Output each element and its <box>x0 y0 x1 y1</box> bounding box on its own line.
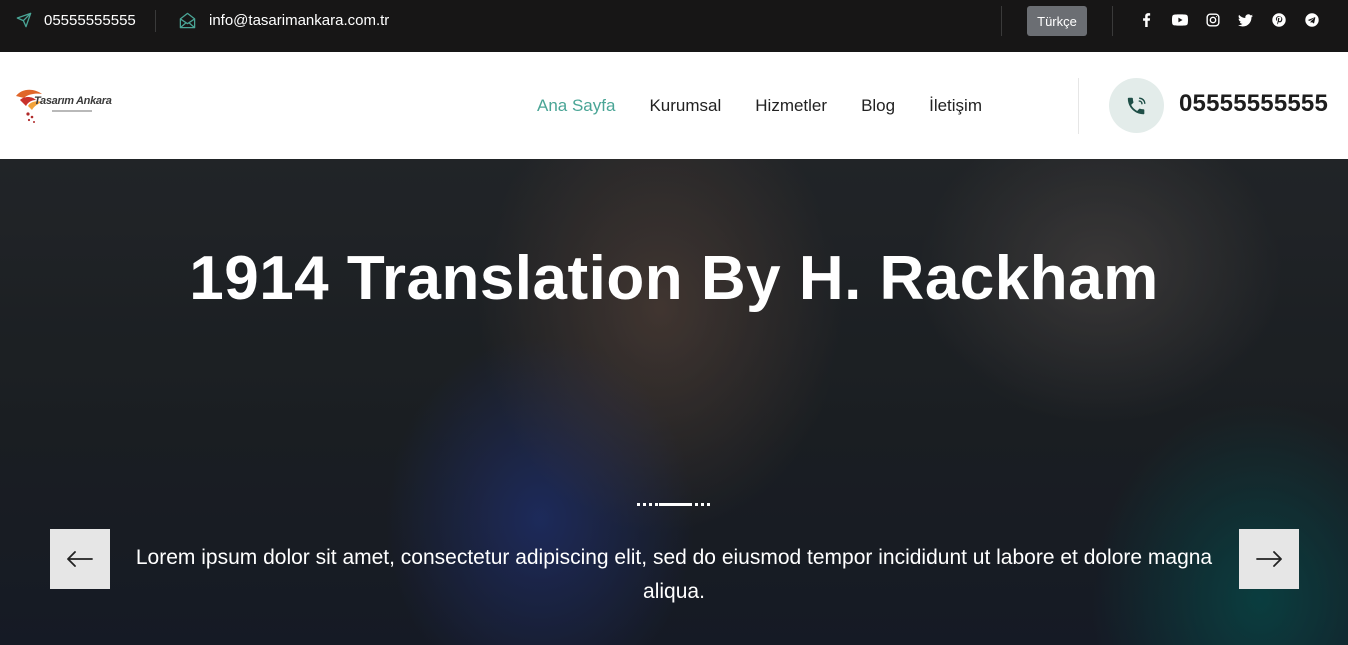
telegram-icon[interactable] <box>1295 0 1328 40</box>
slider-next-button[interactable] <box>1239 529 1299 589</box>
slider-prev-button[interactable] <box>50 529 110 589</box>
envelope-open-icon <box>179 12 196 28</box>
arrow-left-icon <box>67 551 93 567</box>
send-icon <box>16 12 32 28</box>
topbar-divider <box>1112 6 1113 36</box>
pinterest-icon[interactable] <box>1262 0 1295 40</box>
header-phone-number[interactable]: 05555555555 <box>1179 90 1328 118</box>
nav-blog[interactable]: Blog <box>861 96 895 116</box>
phone-ringing-icon <box>1127 96 1146 114</box>
social-links <box>1130 0 1328 40</box>
top-bar: 05555555555 info@tasarimankara.com.tr Tü… <box>0 0 1348 52</box>
topbar-phone-text: 05555555555 <box>44 11 136 29</box>
topbar-divider <box>155 10 156 32</box>
youtube-icon[interactable] <box>1163 0 1196 40</box>
call-button[interactable] <box>1109 78 1164 133</box>
language-button[interactable]: Türkçe <box>1027 6 1087 36</box>
nav-ana-sayfa[interactable]: Ana Sayfa <box>537 96 615 116</box>
nav-iletisim[interactable]: İletişim <box>929 96 982 116</box>
hero-separator <box>637 503 710 506</box>
logo-text: Tasarım Ankara <box>34 95 112 107</box>
arrow-right-icon <box>1256 551 1282 567</box>
site-logo[interactable]: Tasarım Ankara <box>14 84 144 128</box>
hero-title: 1914 Translation By H. Rackham <box>189 244 1159 313</box>
topbar-email-text: info@tasarimankara.com.tr <box>209 11 390 29</box>
header-divider <box>1078 78 1079 134</box>
logo-tagline-line <box>52 110 92 112</box>
topbar-email[interactable]: info@tasarimankara.com.tr <box>178 0 389 40</box>
facebook-icon[interactable] <box>1130 0 1163 40</box>
topbar-phone[interactable]: 05555555555 <box>16 0 136 40</box>
twitter-icon[interactable] <box>1229 0 1262 40</box>
instagram-icon[interactable] <box>1196 0 1229 40</box>
nav-kurumsal[interactable]: Kurumsal <box>649 96 721 116</box>
nav-hizmetler[interactable]: Hizmetler <box>755 96 827 116</box>
topbar-divider <box>1001 6 1002 36</box>
main-nav: Ana Sayfa Kurumsal Hizmetler Blog İletiş… <box>520 52 999 159</box>
hero-description: Lorem ipsum dolor sit amet, consectetur … <box>135 546 1213 603</box>
main-header: Tasarım Ankara Ana Sayfa Kurumsal Hizmet… <box>0 52 1348 159</box>
